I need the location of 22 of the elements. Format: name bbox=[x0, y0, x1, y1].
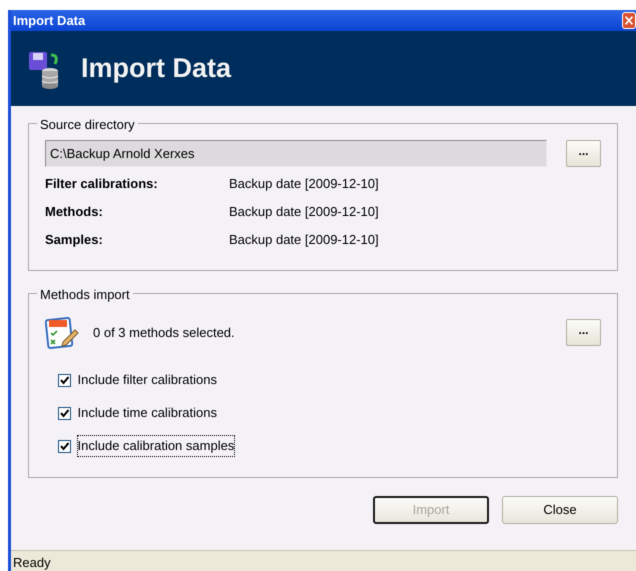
backup-date: Backup date [2009-12-10] bbox=[229, 202, 379, 221]
field-label: Filter calibrations: bbox=[45, 174, 159, 192]
backup-date: Backup date [2009-12-10] bbox=[229, 174, 379, 193]
close-icon[interactable] bbox=[622, 12, 636, 29]
backup-date: Backup date [2009-12-10] bbox=[229, 230, 379, 249]
browse-button[interactable]: ... bbox=[566, 140, 601, 167]
field-label: Samples: bbox=[45, 230, 104, 249]
dialog-button[interactable]: Close bbox=[502, 496, 618, 524]
path-field[interactable]: C:\Backup Arnold Xerxes bbox=[45, 140, 546, 167]
status-bar: Ready bbox=[11, 550, 636, 571]
checkbox[interactable] bbox=[58, 440, 71, 452]
browse-button[interactable]: ... bbox=[566, 319, 601, 346]
checkbox-label[interactable]: Include calibration samples bbox=[78, 436, 234, 456]
header-title: Import Data bbox=[81, 52, 232, 85]
methods-summary: 0 of 3 methods selected. bbox=[93, 324, 235, 342]
checkbox-label[interactable]: Include filter calibrations bbox=[78, 370, 217, 390]
field-label: Methods: bbox=[45, 202, 104, 220]
checklist-icon bbox=[45, 316, 79, 350]
checkbox-label[interactable]: Include time calibrations bbox=[78, 403, 217, 423]
window-title: Import Data bbox=[13, 12, 86, 30]
checkbox[interactable] bbox=[58, 374, 71, 386]
checkbox[interactable] bbox=[58, 406, 71, 420]
